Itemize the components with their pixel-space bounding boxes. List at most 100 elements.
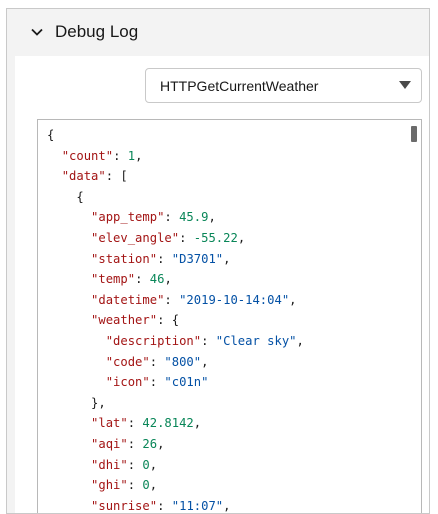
json-punctuation bbox=[47, 210, 91, 224]
code-line: }, bbox=[47, 393, 421, 414]
code-line: "aqi": 26, bbox=[47, 434, 421, 455]
json-punctuation: : bbox=[149, 354, 165, 369]
panel-header[interactable]: Debug Log bbox=[7, 9, 429, 55]
json-key: "datetime" bbox=[91, 292, 165, 307]
debug-log-panel: Debug Log HTTPGetCurrentWeather { "count… bbox=[6, 8, 430, 514]
code-line: "count": 1, bbox=[47, 146, 421, 167]
json-string: "11:07" bbox=[171, 498, 224, 513]
code-line: "data": [ bbox=[47, 166, 421, 187]
json-key: "app_temp" bbox=[91, 210, 165, 225]
json-punctuation: , bbox=[193, 416, 202, 431]
json-key: "sunrise" bbox=[91, 498, 158, 513]
json-string: "800" bbox=[164, 354, 202, 369]
json-punctuation: : bbox=[149, 375, 165, 390]
json-key: "temp" bbox=[91, 272, 136, 287]
json-punctuation: : bbox=[127, 416, 143, 431]
json-punctuation: : [ bbox=[105, 169, 128, 184]
code-line: "dhi": 0, bbox=[47, 455, 421, 476]
json-punctuation: , bbox=[289, 292, 297, 307]
json-punctuation bbox=[47, 355, 106, 369]
json-punctuation: }, bbox=[47, 395, 106, 410]
json-punctuation: : bbox=[179, 230, 194, 245]
json-punctuation bbox=[47, 478, 91, 492]
json-number: 45.9 bbox=[179, 210, 209, 225]
json-number: 0 bbox=[142, 457, 150, 472]
json-string: "c01n" bbox=[164, 375, 209, 390]
json-number: 26 bbox=[142, 436, 158, 451]
json-number: -55.22 bbox=[193, 230, 238, 245]
json-punctuation: , bbox=[149, 478, 158, 493]
json-punctuation: , bbox=[296, 333, 304, 348]
panel-title: Debug Log bbox=[55, 22, 139, 41]
code-line: "description": "Clear sky", bbox=[47, 331, 421, 352]
code-line: "code": "800", bbox=[47, 352, 421, 373]
json-punctuation: , bbox=[164, 272, 172, 287]
json-output[interactable]: { "count": 1, "data": [ { "app_temp": 45… bbox=[37, 119, 422, 513]
json-key: "count" bbox=[61, 148, 114, 163]
json-key: "description" bbox=[105, 333, 202, 348]
code-line: { bbox=[47, 187, 421, 208]
json-key: "code" bbox=[105, 354, 150, 369]
json-punctuation: , bbox=[157, 436, 165, 451]
json-punctuation: : bbox=[164, 210, 180, 225]
json-key: "icon" bbox=[105, 375, 150, 390]
chevron-down-icon[interactable] bbox=[29, 24, 45, 40]
json-punctuation: : bbox=[157, 498, 172, 513]
code-line: "weather": { bbox=[47, 310, 421, 331]
json-punctuation bbox=[47, 169, 62, 183]
json-punctuation bbox=[47, 293, 91, 307]
json-number: 46 bbox=[149, 272, 165, 287]
json-punctuation: , bbox=[149, 457, 158, 472]
json-key: "station" bbox=[91, 251, 158, 266]
json-string: "2019-10-14:04" bbox=[179, 292, 290, 307]
code-line: "station": "D3701", bbox=[47, 249, 421, 270]
json-key: "elev_angle" bbox=[91, 230, 180, 245]
json-punctuation: , bbox=[223, 251, 231, 266]
code-line: "icon": "c01n" bbox=[47, 372, 421, 393]
json-code: { "count": 1, "data": [ { "app_temp": 45… bbox=[38, 120, 421, 513]
code-line: "lat": 42.8142, bbox=[47, 413, 421, 434]
json-punctuation: : { bbox=[157, 313, 180, 328]
json-punctuation bbox=[47, 272, 91, 286]
json-punctuation bbox=[47, 437, 91, 451]
code-line: "ghi": 0, bbox=[47, 475, 421, 496]
code-line: "datetime": "2019-10-14:04", bbox=[47, 290, 421, 311]
json-punctuation bbox=[47, 334, 106, 348]
request-select-value: HTTPGetCurrentWeather bbox=[160, 77, 319, 94]
json-number: 0 bbox=[142, 478, 150, 493]
json-punctuation: : bbox=[164, 292, 180, 307]
json-punctuation: , bbox=[237, 230, 246, 245]
json-punctuation: , bbox=[208, 210, 216, 225]
json-punctuation: : bbox=[135, 272, 150, 287]
code-line: "temp": 46, bbox=[47, 269, 421, 290]
json-key: "ghi" bbox=[91, 478, 128, 493]
json-punctuation: : bbox=[127, 457, 143, 472]
caret-down-icon[interactable] bbox=[399, 81, 411, 89]
code-line: "app_temp": 45.9, bbox=[47, 207, 421, 228]
json-key: "dhi" bbox=[91, 457, 128, 472]
json-punctuation: : bbox=[201, 333, 216, 348]
json-punctuation bbox=[47, 375, 106, 389]
json-number: 42.8142 bbox=[142, 416, 194, 431]
code-line: { bbox=[47, 125, 421, 146]
json-punctuation bbox=[47, 499, 91, 513]
json-punctuation: , bbox=[223, 498, 231, 513]
json-punctuation bbox=[47, 231, 91, 245]
json-punctuation: : bbox=[113, 148, 128, 163]
json-punctuation: { bbox=[47, 189, 84, 204]
json-key: "lat" bbox=[91, 416, 128, 431]
json-punctuation: { bbox=[47, 128, 55, 142]
json-punctuation: , bbox=[201, 354, 209, 369]
json-punctuation: : bbox=[127, 478, 143, 493]
json-punctuation bbox=[47, 313, 91, 327]
json-string: "Clear sky" bbox=[215, 333, 297, 348]
json-key: "data" bbox=[61, 169, 106, 184]
panel-body: HTTPGetCurrentWeather { "count": 1, "dat… bbox=[15, 56, 429, 513]
json-number: 1 bbox=[127, 148, 136, 163]
json-punctuation: : bbox=[127, 436, 143, 451]
json-key: "aqi" bbox=[91, 436, 128, 451]
scrollbar-thumb[interactable] bbox=[411, 126, 417, 142]
json-punctuation bbox=[47, 149, 62, 163]
json-punctuation: : bbox=[157, 251, 172, 266]
request-select[interactable]: HTTPGetCurrentWeather bbox=[145, 68, 422, 103]
